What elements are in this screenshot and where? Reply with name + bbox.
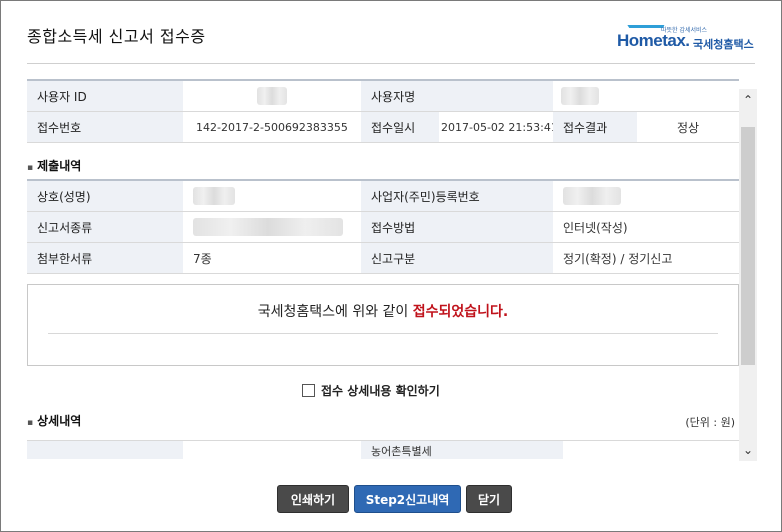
- details-table-partial: 농어촌특별세: [27, 440, 739, 459]
- redacted-reg-no: [563, 187, 621, 205]
- reg-no-value: [553, 180, 739, 212]
- window-header: 종합소득세 신고서 접수증 따뜻한 감세서비스 Hometax. 국세청홈택스: [1, 1, 781, 63]
- method-label: 접수방법: [361, 211, 553, 243]
- report-type-value: 정기(확정) / 정기신고: [553, 242, 739, 274]
- close-button[interactable]: 닫기: [466, 485, 512, 513]
- form-type-value: [183, 211, 361, 243]
- receipt-no-label: 접수번호: [27, 111, 183, 143]
- table-row: 접수번호 142-2017-2-500692383355 접수일시 2017-0…: [27, 111, 739, 143]
- form-type-label: 신고서종류: [27, 211, 183, 243]
- table-row: 첨부한서류 7종 신고구분 정기(확정) / 정기신고: [27, 242, 739, 274]
- user-id-value: [183, 80, 361, 112]
- submission-section-title: ▪ 제출내역: [27, 157, 81, 174]
- header-divider: [27, 63, 755, 64]
- receipt-window: 종합소득세 신고서 접수증 따뜻한 감세서비스 Hometax. 국세청홈택스 …: [0, 0, 782, 532]
- message-divider: [48, 333, 718, 334]
- vertical-scrollbar[interactable]: ⌃ ⌄: [739, 89, 757, 461]
- details-section-header: ▪ 상세내역 (단위 : 원): [27, 406, 739, 436]
- result-message-box: 국세청홈택스에 위와 같이 접수되었습니다.: [27, 284, 739, 366]
- reg-no-label: 사업자(주민)등록번호: [361, 180, 553, 212]
- attachments-label: 첨부한서류: [27, 242, 183, 274]
- user-info-table: 사용자 ID 사용자명 접수번호 142-2017-2-500692383355…: [27, 79, 739, 143]
- scroll-content[interactable]: 사용자 ID 사용자명 접수번호 142-2017-2-500692383355…: [27, 79, 739, 475]
- submission-title-text: 제출내역: [37, 159, 82, 173]
- confirm-row: 접수 상세내용 확인하기: [27, 366, 739, 406]
- user-name-label: 사용자명: [361, 80, 554, 112]
- bullet-icon: ▪: [27, 163, 34, 173]
- details-section-title: ▪ 상세내역: [27, 412, 81, 429]
- receipt-date-label: 접수일시: [361, 111, 439, 143]
- details-header-rural-tax: 농어촌특별세: [361, 441, 563, 459]
- submission-section-header: ▪ 제출내역: [27, 143, 739, 179]
- receipt-no-value: 142-2017-2-500692383355: [183, 111, 361, 143]
- print-button[interactable]: 인쇄하기: [277, 485, 349, 513]
- table-row: 상호(성명) 사업자(주민)등록번호: [27, 180, 739, 212]
- redacted-company: [193, 187, 235, 205]
- table-row: 사용자 ID 사용자명: [27, 80, 739, 112]
- report-type-label: 신고구분: [361, 242, 553, 274]
- logo-brand: Hometax.: [617, 31, 690, 50]
- receipt-date-value: 2017-05-02 21:53:41: [439, 111, 554, 143]
- hometax-logo: 따뜻한 감세서비스 Hometax. 국세청홈택스: [617, 25, 767, 55]
- unit-label: (단위 : 원): [685, 416, 735, 429]
- table-row: 신고서종류 접수방법 인터넷(작성): [27, 211, 739, 243]
- scroll-up-icon[interactable]: ⌃: [739, 89, 757, 111]
- redacted-user-id: [257, 87, 287, 105]
- message-highlight: 접수되었습니다.: [412, 304, 509, 320]
- confirm-checkbox[interactable]: [302, 384, 315, 397]
- message-prefix: 국세청홈택스에 위와 같이: [257, 304, 413, 320]
- result-message: 국세청홈택스에 위와 같이 접수되었습니다.: [28, 301, 738, 321]
- receipt-result-value: 정상: [637, 111, 739, 143]
- bullet-icon: ▪: [27, 418, 34, 428]
- logo-brand-name: 국세청홈택스: [693, 38, 754, 51]
- company-label: 상호(성명): [27, 180, 183, 212]
- page-title: 종합소득세 신고서 접수증: [27, 27, 206, 46]
- confirm-label: 접수 상세내용 확인하기: [321, 384, 440, 398]
- details-header-cell: [27, 441, 183, 459]
- redacted-user-name: [561, 87, 600, 105]
- redacted-form-type: [193, 218, 343, 236]
- confirm-details-toggle[interactable]: 접수 상세내용 확인하기: [302, 382, 440, 399]
- attachments-value: 7종: [183, 242, 361, 274]
- step2-report-button[interactable]: Step2신고내역: [354, 485, 461, 513]
- scroll-thumb[interactable]: [741, 127, 755, 365]
- submission-table: 상호(성명) 사업자(주민)등록번호 신고서종류 접수방법 인터넷(작성) 첨부…: [27, 179, 739, 274]
- button-bar: 인쇄하기 Step2신고내역 닫기: [1, 485, 781, 515]
- method-value: 인터넷(작성): [553, 211, 739, 243]
- company-value: [183, 180, 361, 212]
- receipt-result-label: 접수결과: [553, 111, 638, 143]
- user-id-label: 사용자 ID: [27, 80, 183, 112]
- user-name-value: [553, 80, 739, 112]
- details-title-text: 상세내역: [37, 414, 82, 428]
- scroll-down-icon[interactable]: ⌄: [739, 439, 757, 461]
